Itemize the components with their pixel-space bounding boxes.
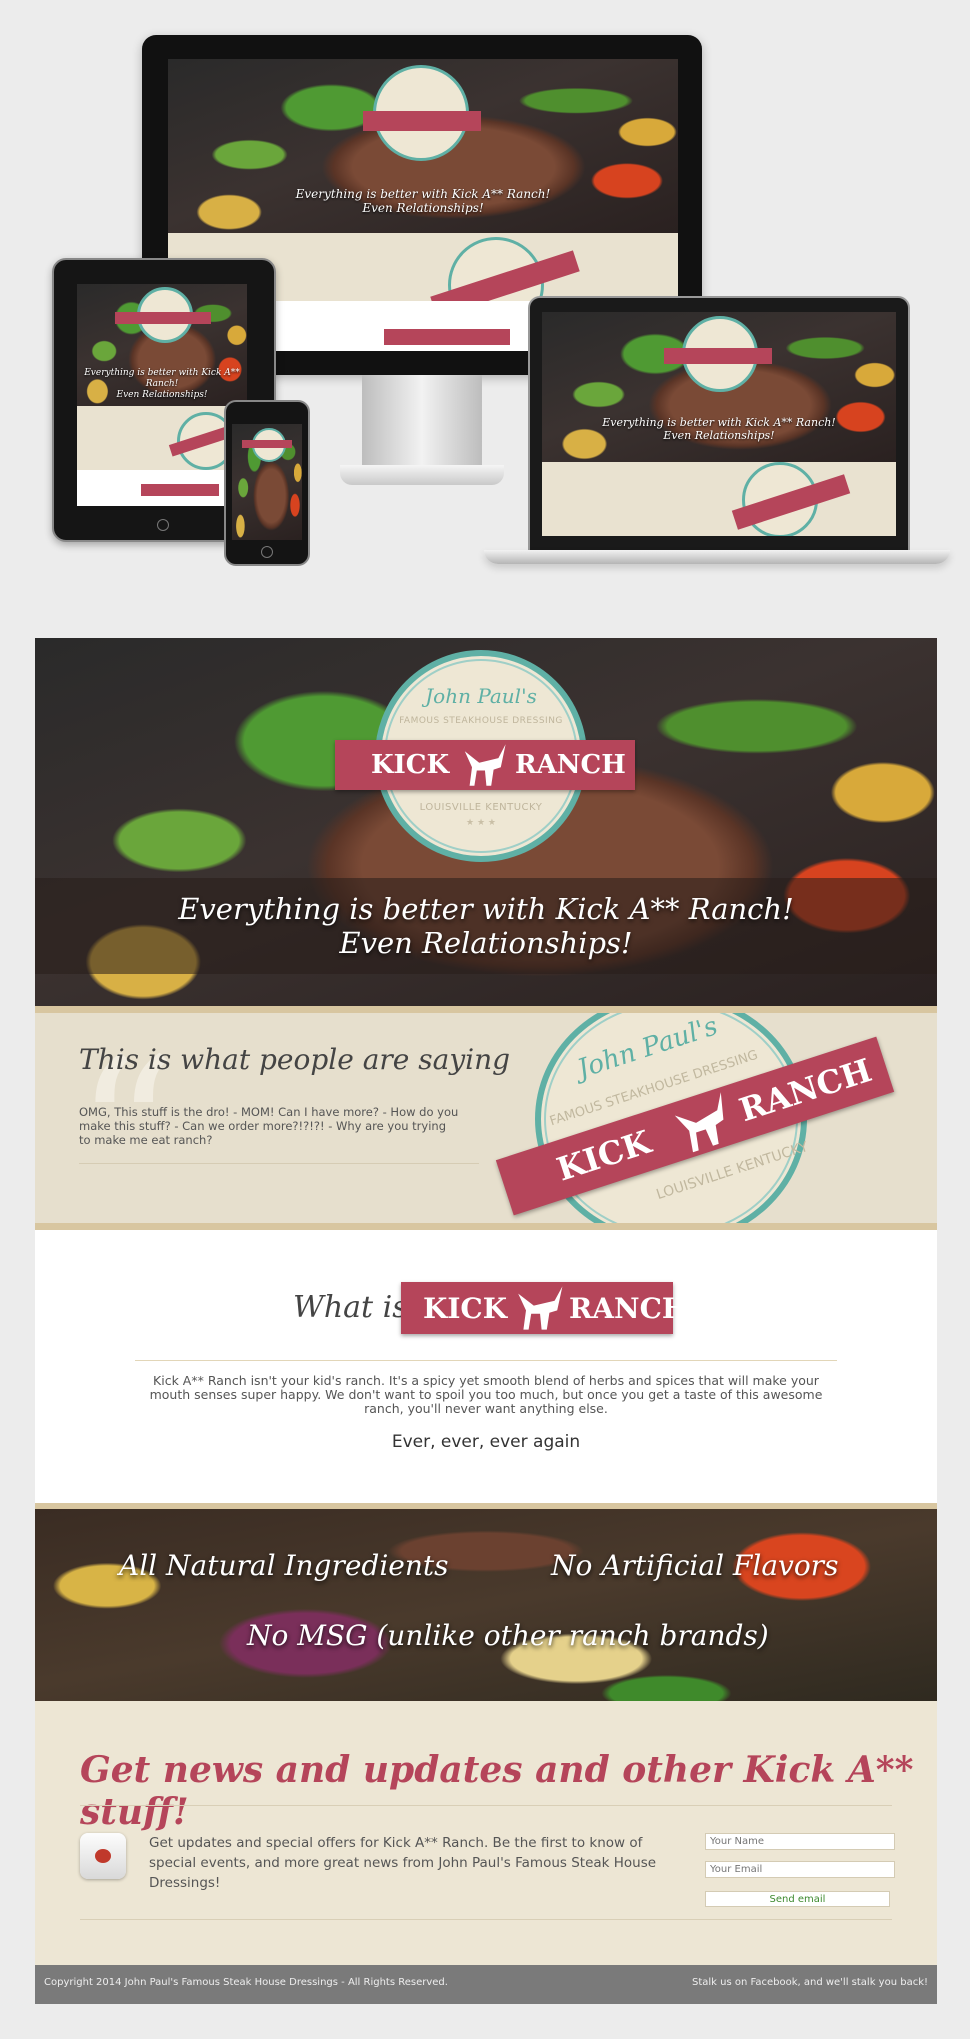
features-banner: All Natural Ingredients No Artificial Fl… (35, 1503, 937, 1701)
what-is-section: What is KICK RANCH Kick A** Ranch isn't … (35, 1230, 937, 1503)
ever-again-text: Ever, ever, ever again (391, 1432, 581, 1452)
website-page: John Paul's FAMOUS STEAKHOUSE DRESSING K… (35, 638, 937, 2004)
testimonials-text: OMG, This stuff is the dro! - MOM! Can I… (79, 1105, 459, 1147)
feature-no-msg: No MSG (unlike other ranch brands) (247, 1619, 769, 1652)
what-is-prefix: What is (293, 1290, 408, 1325)
brand-right-text: RANCH (515, 750, 626, 780)
hero-banner: John Paul's FAMOUS STEAKHOUSE DRESSING K… (35, 638, 937, 1006)
feature-no-artificial: No Artificial Flavors (551, 1549, 839, 1582)
facebook-link[interactable]: Stalk us on Facebook, and we'll stalk yo… (692, 1977, 928, 1988)
tagline-line-1: Everything is better with Kick A** Ranch… (178, 892, 794, 926)
brand-ribbon: KICK RANCH (335, 740, 635, 790)
site-footer: Copyright 2014 John Paul's Famous Steak … (35, 1965, 937, 2004)
divider (80, 1805, 892, 1806)
email-input[interactable] (705, 1861, 895, 1878)
phone-screen (232, 424, 302, 540)
divider (79, 1163, 479, 1164)
desktop-stand (362, 375, 482, 470)
tablet-screen: Everything is better with Kick A** Ranch… (77, 284, 247, 506)
testimonials-heading: This is what people are saying (79, 1043, 511, 1076)
what-is-brand-right: RANCH (569, 1292, 689, 1325)
brand-left-text: KICK (371, 750, 450, 780)
what-is-brand-left: KICK (423, 1292, 508, 1325)
tagline-line-2: Even Relationships! (339, 926, 633, 960)
logo-sub-text: FAMOUS STEAKHOUSE DRESSING (399, 716, 563, 726)
testimonials-section: “ This is what people are saying OMG, Th… (35, 1006, 937, 1230)
newsletter-section: Get news and updates and other Kick A** … (35, 1701, 937, 1965)
divider (80, 1919, 892, 1920)
newsletter-text: Get updates and special offers for Kick … (149, 1835, 657, 1891)
phone-device (224, 400, 310, 566)
logo-stars: ★ ★ ★ (466, 818, 496, 828)
copyright-text: Copyright 2014 John Paul's Famous Steak … (44, 1977, 448, 1988)
newsletter-heading: Get news and updates and other Kick A** … (80, 1749, 914, 1833)
divider (135, 1360, 837, 1361)
logo-top-text: John Paul's (425, 684, 537, 708)
what-is-brand-badge: KICK RANCH (401, 1282, 688, 1334)
name-input[interactable] (705, 1833, 895, 1850)
send-email-button[interactable]: Send email (705, 1891, 890, 1907)
laptop-base (484, 550, 950, 564)
laptop-device: Everything is better with Kick A** Ranch… (528, 296, 910, 554)
donkey-icon (464, 744, 506, 786)
hero-tagline: Everything is better with Kick A** Ranch… (35, 892, 937, 960)
desktop-base (340, 465, 504, 485)
feature-natural: All Natural Ingredients (119, 1549, 449, 1582)
logo-location: LOUISVILLE KENTUCKY (419, 802, 543, 813)
laptop-screen: Everything is better with Kick A** Ranch… (542, 312, 896, 536)
what-is-donkey-icon (518, 1286, 563, 1330)
piggy-bank-icon (80, 1833, 126, 1879)
what-is-description: Kick A** Ranch isn't your kid's ranch. I… (149, 1373, 823, 1416)
what-is-title: What is (293, 1290, 408, 1325)
